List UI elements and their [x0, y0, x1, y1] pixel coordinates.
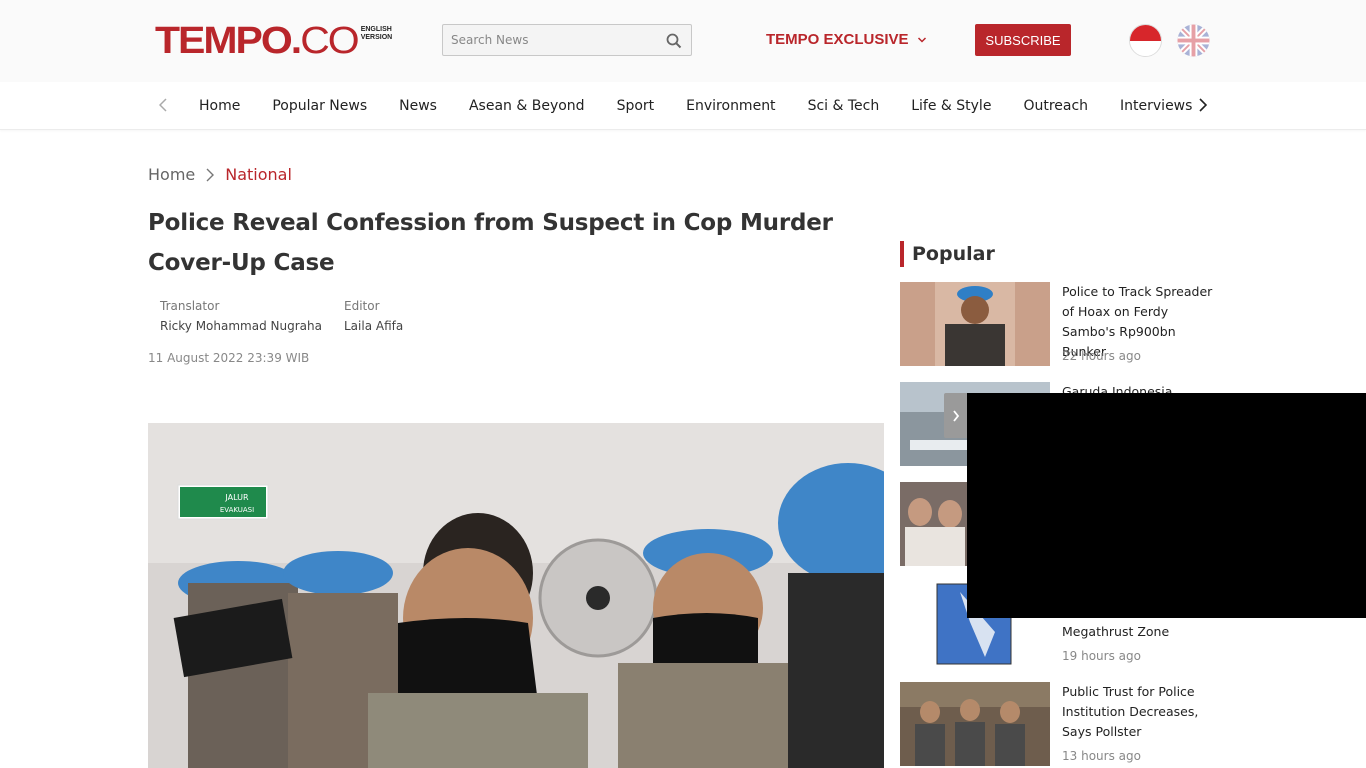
exit-sign: JALUR EVAKUASI [177, 484, 269, 520]
tempo-exclusive-label: TEMPO EXCLUSIVE [766, 31, 909, 48]
nav-item-sci-tech[interactable]: Sci & Tech [808, 98, 880, 114]
top-header: TEMPO.CO ENGLISH VERSION TEMPO EXCLUSIVE… [0, 0, 1366, 82]
article-date: 11 August 2022 23:39 WIB [148, 351, 310, 365]
nav-item-home[interactable]: Home [199, 98, 240, 114]
nav-list: Home Popular News News Asean & Beyond Sp… [183, 82, 1208, 130]
popular-item-title[interactable]: Megathrust Zone [1062, 622, 1222, 642]
nav-item-sport[interactable]: Sport [617, 98, 655, 114]
svg-text:EVAKUASI: EVAKUASI [220, 506, 254, 514]
breadcrumb: Home National [148, 165, 292, 184]
breadcrumb-category[interactable]: National [225, 165, 292, 184]
editor-credit: Editor Laila Afifa [344, 299, 403, 333]
nav-item-news[interactable]: News [399, 98, 437, 114]
video-collapse-toggle[interactable] [944, 393, 968, 438]
popular-item-time: 13 hours ago [1062, 749, 1141, 763]
logo-edition-label: ENGLISH VERSION [360, 26, 393, 41]
popular-item[interactable]: Police to Track Spreader of Hoax on Ferd… [900, 282, 1220, 368]
nav-item-life-style[interactable]: Life & Style [911, 98, 991, 114]
breadcrumb-home[interactable]: Home [148, 165, 195, 184]
nav-item-asean-beyond[interactable]: Asean & Beyond [469, 98, 585, 114]
nav-item-interviews[interactable]: Interviews [1120, 98, 1192, 114]
popular-item-time: 22 hours ago [1062, 349, 1141, 363]
translator-credit: Translator Ricky Mohammad Nugraha [160, 299, 322, 333]
nav-item-popular-news[interactable]: Popular News [272, 98, 367, 114]
translator-name[interactable]: Ricky Mohammad Nugraha [160, 319, 322, 333]
search-box [442, 24, 692, 56]
nav-scroll-left-icon[interactable] [156, 96, 170, 114]
nav-item-outreach[interactable]: Outreach [1023, 98, 1088, 114]
main-nav: Home Popular News News Asean & Beyond Sp… [0, 82, 1366, 130]
search-icon[interactable] [666, 33, 682, 49]
floating-video-player[interactable] [967, 393, 1366, 618]
indonesia-flag-icon[interactable] [1129, 24, 1162, 57]
article-title: Police Reveal Confession from Suspect in… [148, 210, 833, 276]
popular-item[interactable]: Public Trust for Police Institution Decr… [900, 682, 1220, 768]
editor-role: Editor [344, 299, 380, 313]
popular-item-time: 19 hours ago [1062, 649, 1141, 663]
popular-heading: Popular [900, 241, 995, 267]
chevron-right-icon [953, 409, 960, 422]
article-hero-image: JALUR EVAKUASI [148, 423, 884, 768]
svg-text:JALUR: JALUR [224, 493, 249, 502]
chevron-right-icon [206, 168, 215, 181]
subscribe-button[interactable]: SUBSCRIBE [975, 24, 1071, 56]
search-input[interactable] [443, 25, 658, 55]
logo-wordmark: TEMPO.CO [155, 18, 360, 62]
site-logo[interactable]: TEMPO.CO ENGLISH VERSION [155, 18, 392, 62]
chevron-down-icon [917, 36, 926, 43]
nav-scroll-right-icon[interactable] [1196, 96, 1210, 114]
translator-role: Translator [160, 299, 220, 313]
popular-thumbnail[interactable] [900, 682, 1050, 766]
popular-item-title[interactable]: Public Trust for Police Institution Decr… [1062, 682, 1222, 742]
editor-name[interactable]: Laila Afifa [344, 319, 403, 333]
tempo-exclusive-menu[interactable]: TEMPO EXCLUSIVE [766, 31, 927, 48]
uk-flag-icon[interactable] [1177, 24, 1210, 57]
nav-item-environment[interactable]: Environment [686, 98, 775, 114]
popular-thumbnail[interactable] [900, 282, 1050, 366]
